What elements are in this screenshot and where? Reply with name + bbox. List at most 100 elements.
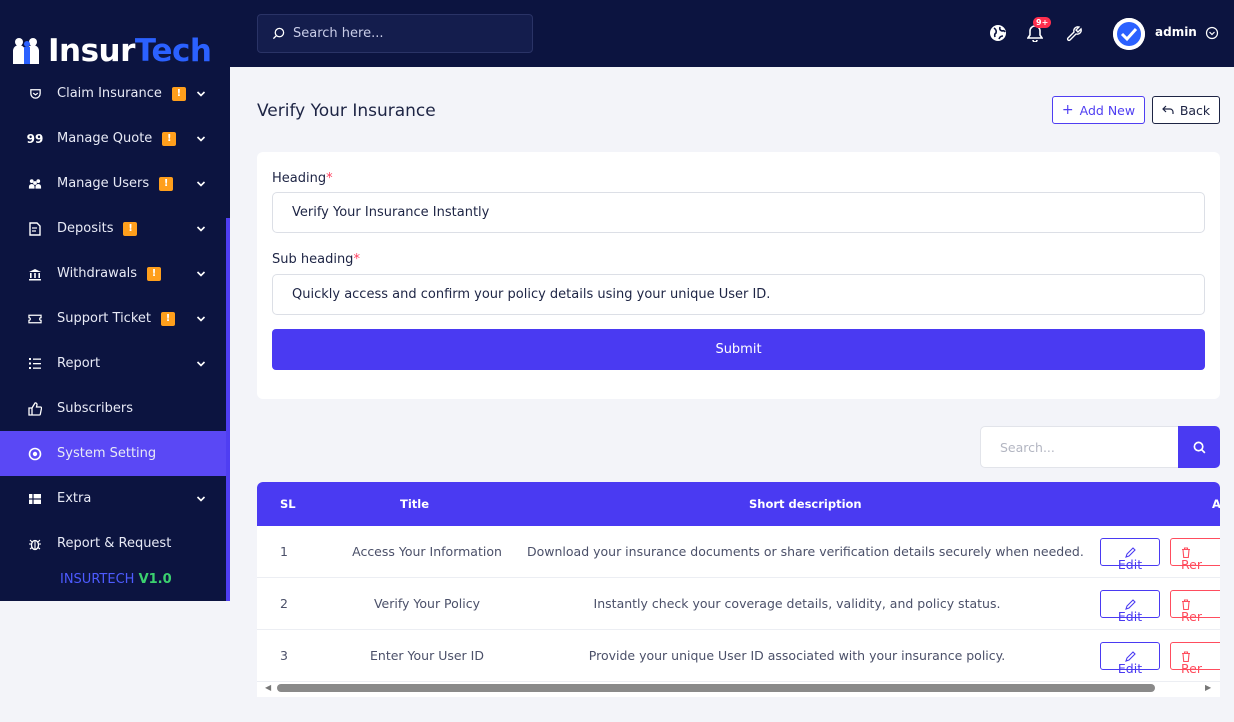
global-search-input[interactable] — [293, 26, 513, 41]
scrollbar-thumb[interactable] — [277, 684, 1155, 692]
return-arrow-icon — [1161, 105, 1174, 114]
table-search-input[interactable] — [980, 426, 1178, 468]
subheading-label: Sub heading* — [272, 252, 360, 267]
chevron-down-icon[interactable] — [195, 268, 207, 280]
trash-icon — [1182, 650, 1190, 662]
table-search-button[interactable] — [1178, 426, 1220, 468]
table-row: 1 Access Your Information Download your in… — [257, 526, 1220, 578]
header-sl: SL — [280, 497, 296, 511]
row-title: Enter Your User ID — [370, 648, 484, 663]
sidebar-item-support-ticket[interactable]: Support Ticket! — [0, 296, 226, 341]
heading-label: Heading* — [272, 171, 333, 186]
sidebar-item-report-request[interactable]: Report & Request — [0, 521, 226, 566]
row-description: Provide your unique User ID associated w… — [588, 648, 1006, 663]
brand-name: InsurTech — [48, 33, 212, 69]
top-bar: 9+ admin — [230, 0, 1234, 67]
sidebar-item-label: Report & Request — [57, 536, 172, 551]
row-description: Instantly check your coverage details, v… — [593, 596, 1001, 611]
table-row: 2 Verify Your Policy Instantly check your … — [257, 578, 1220, 630]
global-search[interactable] — [257, 14, 533, 53]
alert-badge: ! — [162, 131, 177, 146]
heading-input[interactable] — [272, 192, 1205, 233]
table-search — [980, 426, 1220, 468]
trash-icon — [1182, 598, 1190, 610]
sidebar-item-subscribers[interactable]: Subscribers — [0, 386, 226, 431]
sidebar-item-withdrawals[interactable]: Withdrawals! — [0, 251, 226, 296]
wrench-icon[interactable] — [1064, 23, 1084, 43]
sidebar-item-manage-quote[interactable]: 99 Manage Quote! — [0, 116, 226, 161]
remove-button[interactable]: Rer — [1170, 538, 1220, 572]
horizontal-scrollbar[interactable]: ◀ ▶ — [257, 681, 1220, 695]
add-new-button[interactable]: + Add New — [1052, 96, 1145, 124]
alert-badge: ! — [160, 311, 175, 326]
sidebar-scrollbar[interactable] — [226, 218, 230, 601]
row-title: Verify Your Policy — [373, 596, 481, 611]
alert-badge: ! — [123, 221, 138, 236]
notification-bell-icon[interactable]: 9+ — [1025, 17, 1052, 43]
bug-icon — [28, 537, 42, 551]
sidebar-item-label: Manage Users — [57, 176, 150, 191]
brand-logo[interactable]: InsurTech — [0, 0, 230, 80]
alert-badge: ! — [147, 266, 162, 281]
sidebar: InsurTech Claim Insurance! 99 Manage Quote… — [0, 0, 230, 601]
sidebar-item-label: Support Ticket — [57, 311, 151, 326]
user-avatar[interactable] — [1113, 18, 1145, 50]
chevron-down-icon[interactable] — [195, 358, 207, 370]
remove-button[interactable]: Rer — [1170, 590, 1220, 624]
notification-badge: 9+ — [1033, 17, 1052, 28]
pencil-icon — [1124, 546, 1136, 558]
bank-icon — [28, 267, 42, 281]
row-description: Download your insurance documents or sha… — [527, 544, 1084, 559]
app-root: InsurTech Claim Insurance! 99 Manage Quote… — [0, 0, 1234, 722]
ticket-icon — [28, 312, 42, 326]
scroll-right-arrow-icon[interactable]: ▶ — [1205, 683, 1211, 692]
grid-icon — [28, 492, 42, 506]
chevron-down-icon[interactable] — [195, 178, 207, 190]
alert-badge: ! — [159, 176, 174, 191]
sidebar-item-manage-users[interactable]: Manage Users! — [0, 161, 226, 206]
back-button[interactable]: Back — [1152, 96, 1220, 124]
logo-people-icon — [13, 38, 39, 64]
sidebar-item-report[interactable]: Report — [0, 341, 226, 386]
alert-badge: ! — [171, 86, 186, 101]
chevron-down-icon[interactable] — [195, 133, 207, 145]
table-row: 3 Enter Your User ID Provide your unique U… — [257, 630, 1220, 682]
row-title: Access Your Information — [352, 544, 502, 559]
edit-button[interactable]: Edit — [1100, 538, 1160, 572]
sidebar-item-claim-insurance[interactable]: Claim Insurance! — [0, 71, 226, 116]
sidebar-item-label: Claim Insurance — [57, 86, 162, 101]
subheading-input[interactable] — [272, 274, 1205, 315]
sidebar-item-label: Manage Quote — [57, 131, 153, 146]
quote-icon: 99 — [26, 131, 44, 146]
sidebar-item-label: Report — [57, 356, 101, 371]
scroll-left-arrow-icon[interactable]: ◀ — [265, 683, 271, 692]
chevron-down-icon[interactable] — [195, 313, 207, 325]
sidebar-item-system-setting[interactable]: System Setting — [0, 431, 226, 476]
search-icon — [1193, 441, 1205, 453]
user-name[interactable]: admin — [1155, 25, 1197, 39]
row-sl: 2 — [280, 596, 288, 611]
search-icon — [272, 27, 285, 40]
content-form-card: Heading* Sub heading* Submit — [257, 152, 1220, 399]
globe-icon[interactable] — [988, 23, 1008, 43]
remove-button[interactable]: Rer — [1170, 642, 1220, 676]
thumbs-up-icon — [28, 401, 42, 416]
chevron-down-icon[interactable] — [195, 223, 207, 235]
chevron-down-icon[interactable] — [195, 493, 207, 505]
header-title: Title — [400, 497, 430, 511]
chevron-down-icon[interactable] — [195, 88, 207, 100]
pencil-icon — [1124, 598, 1136, 610]
submit-button[interactable]: Submit — [272, 329, 1205, 370]
sidebar-item-extra[interactable]: Extra — [0, 476, 226, 521]
sidebar-item-deposits[interactable]: Deposits! — [0, 206, 226, 251]
shield-icon — [28, 87, 42, 101]
edit-button[interactable]: Edit — [1100, 642, 1160, 676]
sidebar-item-label: Extra — [57, 491, 92, 506]
page-title: Verify Your Insurance — [257, 101, 436, 121]
pencil-icon — [1124, 650, 1136, 662]
data-table: SL Title Short description A 1 Access You… — [257, 482, 1220, 697]
app-version: INSURTECH V1.0 — [60, 572, 172, 587]
receipt-icon — [28, 221, 42, 236]
chevron-down-circle-icon[interactable] — [1205, 26, 1219, 40]
edit-button[interactable]: Edit — [1100, 590, 1160, 624]
